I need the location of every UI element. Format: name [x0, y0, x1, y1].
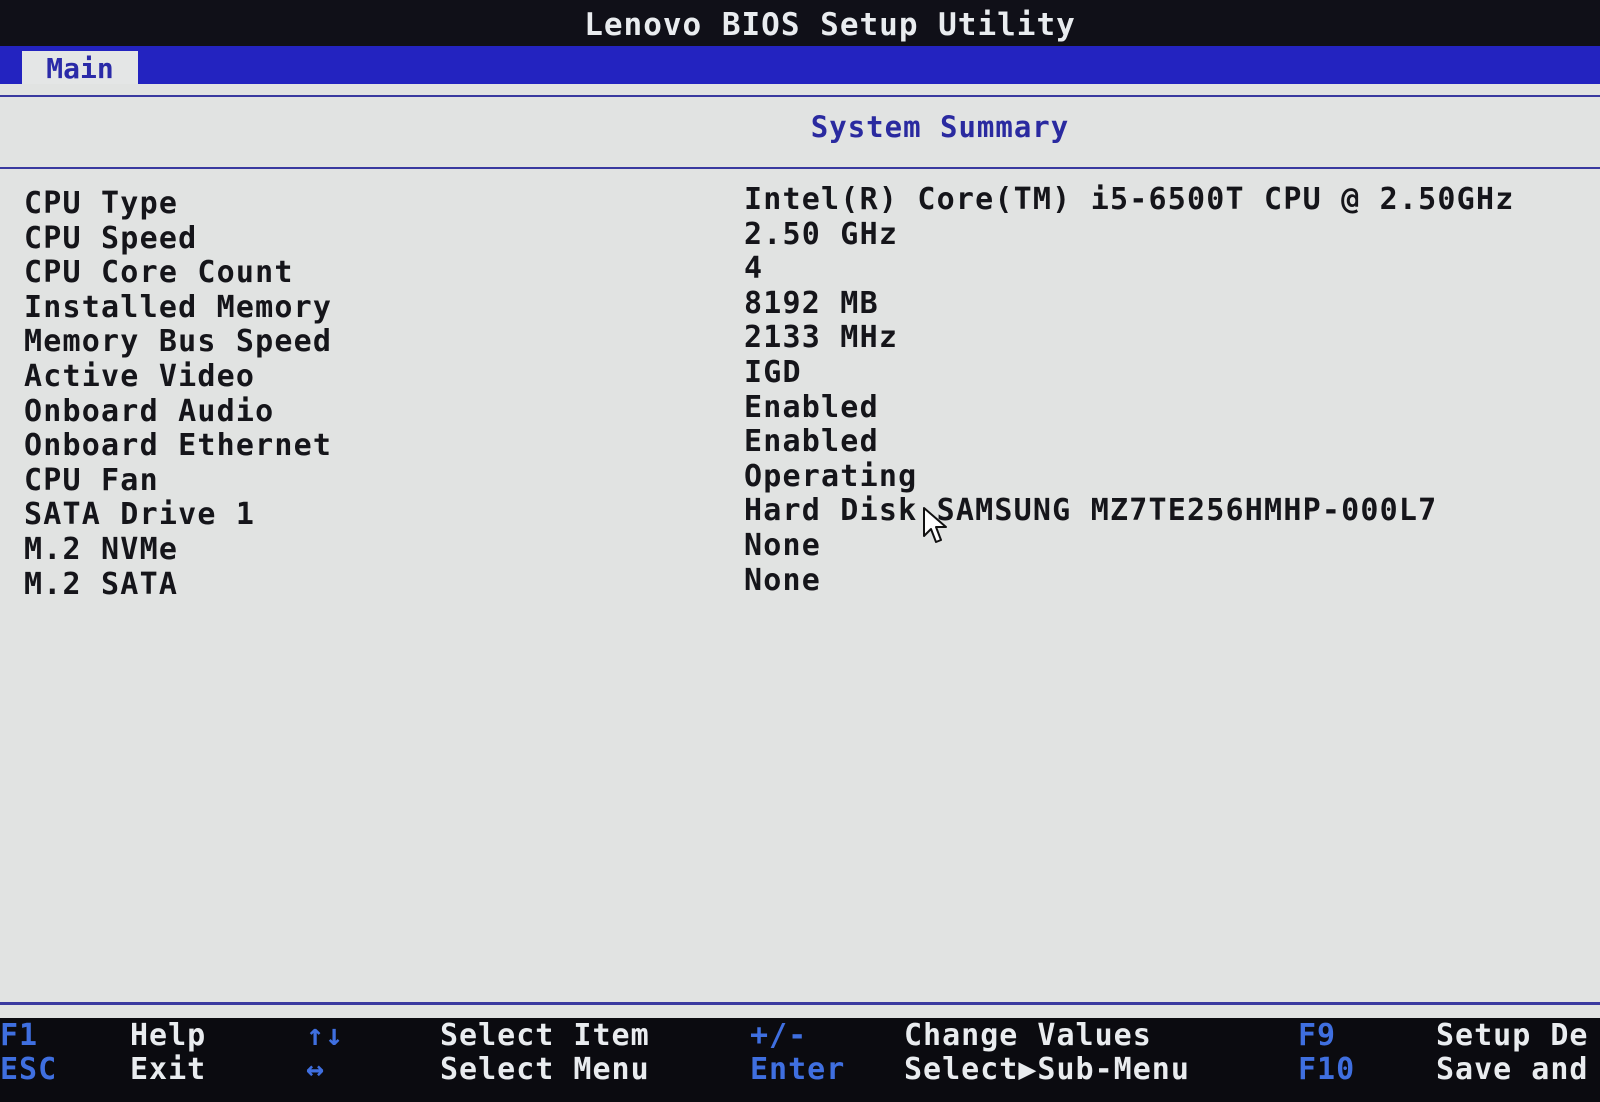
- row-label: SATA Drive 1: [24, 497, 256, 533]
- select-menu-label: Select Menu: [440, 1052, 650, 1087]
- exit-label: Exit: [130, 1052, 207, 1087]
- row-label: Installed Memory: [24, 289, 333, 325]
- row-value: 2.50 GHz: [744, 216, 899, 252]
- summary-row-sata-drive-1: SATA Drive 1 Hard Disk SAMSUNG MZ7TE256H…: [24, 493, 1584, 533]
- key-up-down: ↑↓: [306, 1018, 345, 1053]
- row-value: 4: [744, 251, 764, 287]
- top-divider: [0, 95, 1600, 97]
- row-label: CPU Speed: [24, 220, 198, 256]
- key-f1: F1: [0, 1018, 39, 1053]
- row-label: M.2 SATA: [24, 566, 179, 602]
- mouse-pointer-icon: [923, 507, 947, 543]
- row-label: Active Video: [24, 358, 256, 394]
- summary-row-installed-memory: Installed Memory 8192 MB: [24, 286, 1584, 325]
- key-left-right: ↔: [306, 1052, 326, 1087]
- section-divider: [0, 167, 1600, 169]
- row-value: Hard Disk SAMSUNG MZ7TE256HMHP-000L7: [744, 493, 1438, 529]
- save-and-exit-label: Save and: [1436, 1052, 1589, 1087]
- row-label: M.2 NVMe: [24, 531, 179, 567]
- summary-row-onboard-audio: Onboard Audio Enabled: [24, 390, 1584, 429]
- summary-row-cpu-speed: CPU Speed 2.50 GHz: [24, 217, 1584, 256]
- summary-row-cpu-fan: CPU Fan Operating: [24, 459, 1584, 498]
- summary-row-memory-bus-speed: Memory Bus Speed 2133 MHz: [24, 320, 1584, 360]
- summary-row-cpu-type: CPU Type Intel(R) Core(TM) i5-6500T CPU …: [24, 182, 1584, 221]
- select-item-label: Select Item: [440, 1018, 650, 1053]
- section-title: System Summary: [810, 110, 1070, 144]
- summary-row-m2-sata: M.2 SATA None: [24, 563, 1584, 602]
- row-value: 8192 MB: [744, 285, 879, 321]
- menu-bar: Main: [0, 46, 1600, 89]
- key-plus-minus: +/-: [750, 1018, 808, 1053]
- row-value: Intel(R) Core(TM) i5-6500T CPU @ 2.50GHz: [744, 182, 1515, 217]
- bios-screen: Lenovo BIOS Setup Utility Main System Su…: [0, 0, 1600, 1102]
- window-title: Lenovo BIOS Setup Utility: [0, 0, 1600, 46]
- row-value: Enabled: [744, 424, 879, 460]
- main-panel: System Summary CPU Type Intel(R) Core(TM…: [0, 84, 1600, 1018]
- select-sub-menu-label: Select▶Sub-Menu: [904, 1052, 1190, 1087]
- key-esc: ESC: [0, 1052, 58, 1087]
- row-value: IGD: [744, 354, 802, 390]
- summary-row-cpu-core-count: CPU Core Count 4: [24, 251, 1584, 291]
- key-enter: Enter: [750, 1052, 846, 1087]
- summary-list: CPU Type Intel(R) Core(TM) i5-6500T CPU …: [24, 182, 1584, 602]
- row-label: CPU Type: [24, 186, 179, 221]
- row-value: None: [744, 527, 822, 563]
- help-label: Help: [130, 1018, 207, 1053]
- row-value: 2133 MHz: [744, 320, 899, 356]
- setup-defaults-label: Setup De: [1436, 1018, 1589, 1053]
- change-values-label: Change Values: [904, 1018, 1152, 1053]
- row-value: None: [744, 562, 822, 598]
- bottom-divider: [0, 1002, 1600, 1005]
- row-value: Enabled: [744, 389, 879, 425]
- row-value: Operating: [744, 458, 918, 494]
- row-label: CPU Fan: [24, 462, 159, 498]
- summary-row-m2-nvme: M.2 NVMe None: [24, 528, 1584, 567]
- summary-row-onboard-ethernet: Onboard Ethernet Enabled: [24, 424, 1584, 464]
- row-label: CPU Core Count: [24, 255, 294, 291]
- row-label: Memory Bus Speed: [24, 324, 333, 360]
- row-label: Onboard Audio: [24, 393, 275, 429]
- key-f9: F9: [1298, 1018, 1337, 1053]
- help-footer: F1 Help ESC Exit ↑↓ Select Item ↔ Select…: [0, 1018, 1600, 1102]
- key-f10: F10: [1298, 1052, 1356, 1087]
- summary-row-active-video: Active Video IGD: [24, 355, 1584, 394]
- row-label: Onboard Ethernet: [24, 428, 333, 464]
